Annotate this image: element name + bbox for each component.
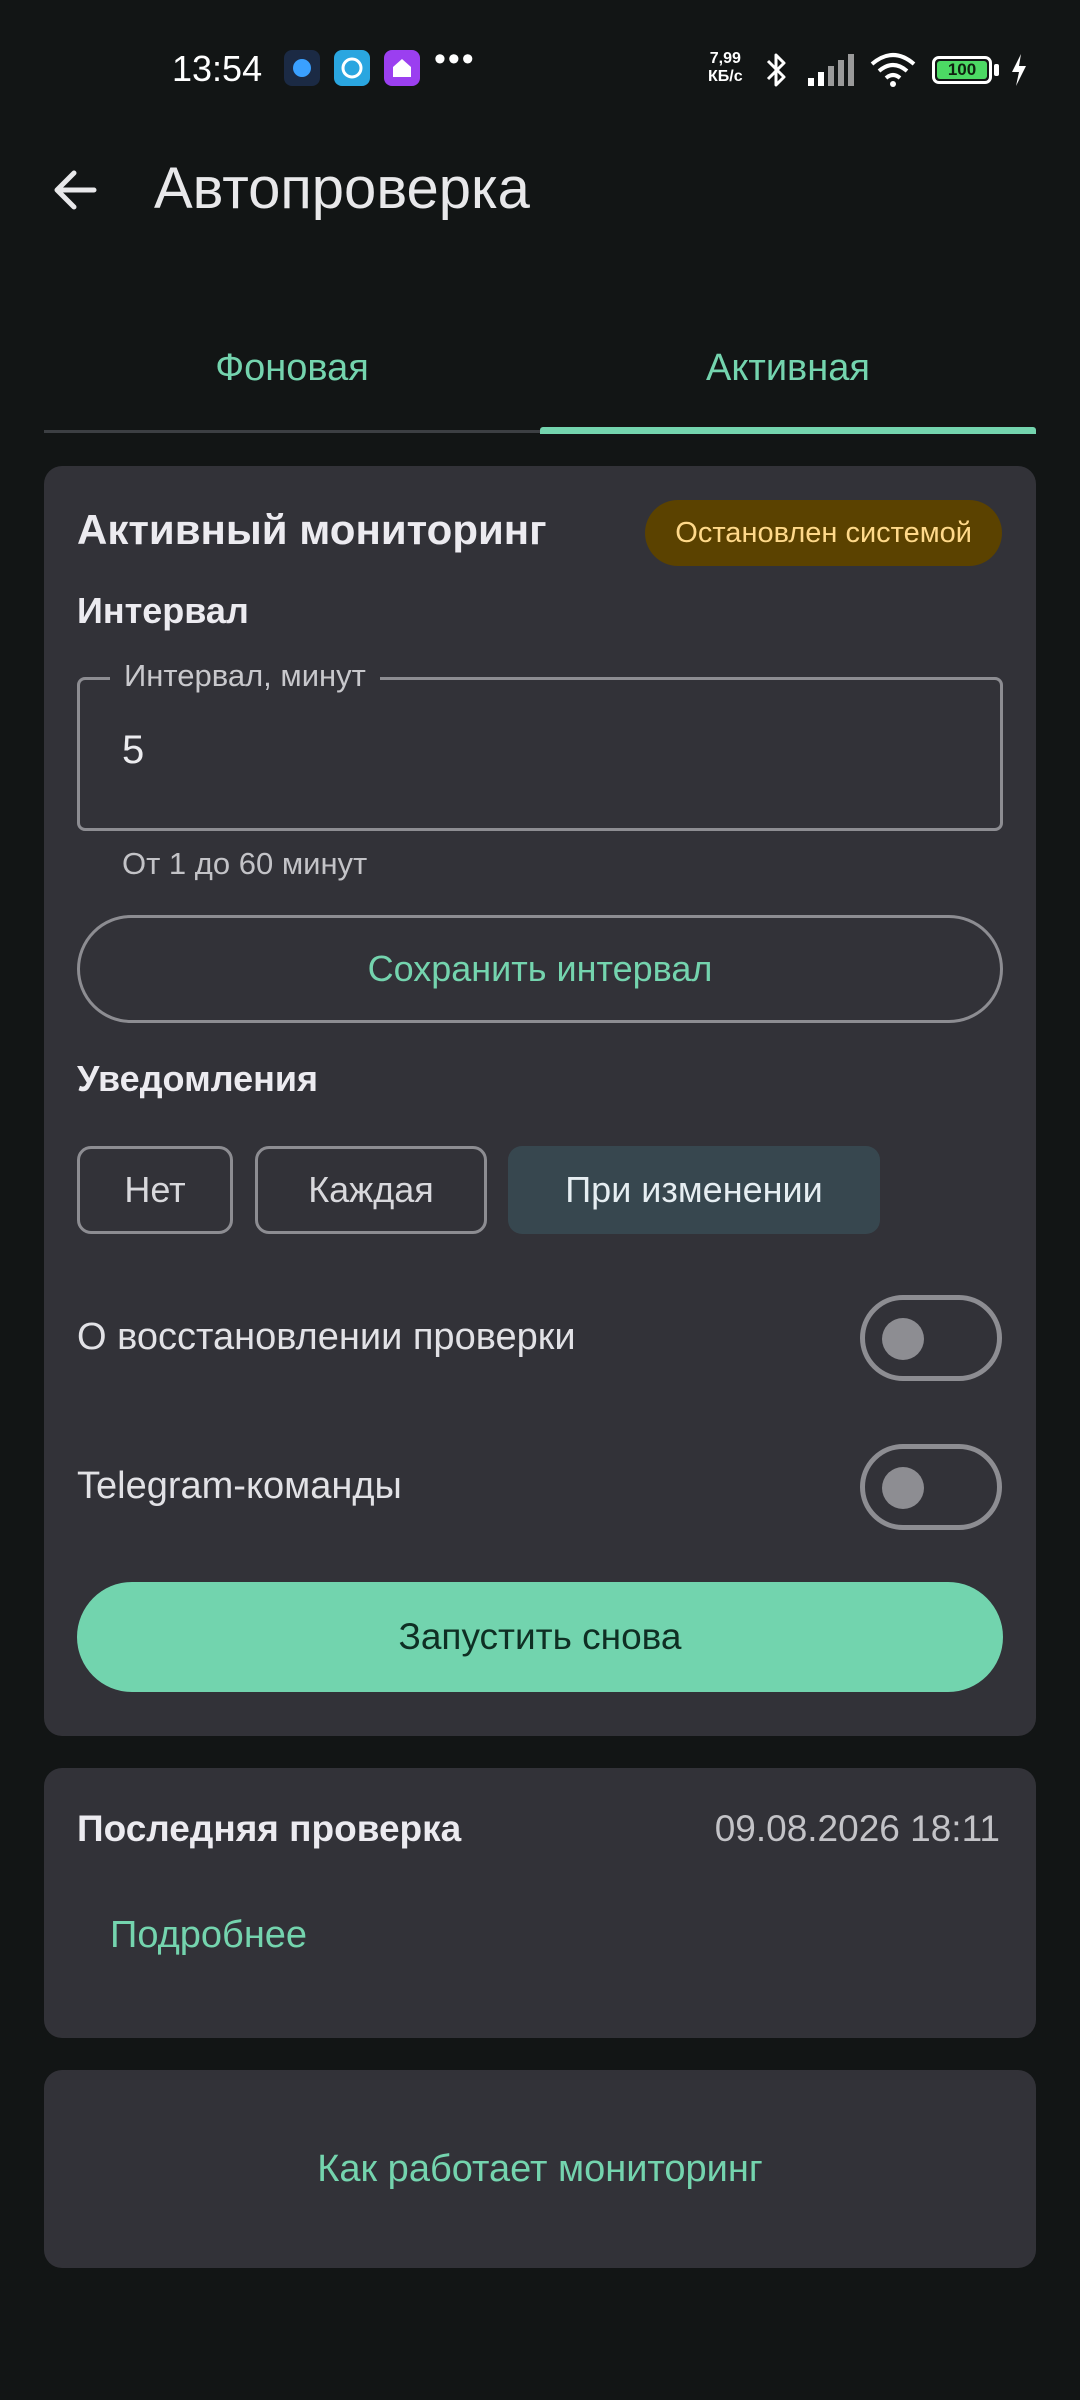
page-title: Автопроверка [154, 156, 530, 221]
wifi-icon [868, 50, 918, 95]
how-it-works-link[interactable]: Как работает мониторинг [44, 2070, 1036, 2268]
restore-check-switch[interactable] [860, 1295, 1002, 1381]
restore-check-label: О восстановлении проверки [77, 1316, 576, 1358]
app-icon-purple [384, 50, 420, 86]
last-check-title: Последняя проверка [77, 1808, 462, 1849]
status-badge: Остановлен системой [645, 500, 1002, 566]
network-speed-value: 7,99 [709, 50, 741, 67]
interval-field-value[interactable]: 5 [122, 728, 144, 773]
restart-button[interactable]: Запустить снова [77, 1582, 1003, 1692]
last-check-datetime: 09.08.2026 18:11 [714, 1808, 1000, 1849]
tab-bar: Фоновая Активная [44, 330, 1036, 434]
telegram-commands-switch[interactable] [860, 1444, 1002, 1530]
switch-knob [882, 1318, 924, 1360]
battery-icon: 100 [932, 56, 992, 84]
app-icon-blue [284, 50, 320, 86]
tab-selected-indicator [540, 427, 1036, 434]
app-icon-teal [334, 50, 370, 86]
network-speed-unit: КБ/с [708, 68, 743, 85]
interval-helper-text: От 1 до 60 минут [122, 846, 368, 881]
signal-icon [806, 50, 858, 95]
interval-field[interactable]: Интервал, минут 5 [77, 658, 1003, 831]
save-interval-button[interactable]: Сохранить интервал [77, 915, 1003, 1023]
tab-active[interactable]: Активная [540, 330, 1036, 434]
arrow-left-icon [54, 170, 97, 210]
status-time: 13:54 [172, 48, 263, 89]
last-check-card: Последняя проверка 09.08.2026 18:11 Подр… [44, 1768, 1036, 2038]
more-notifications-icon: ••• [434, 40, 476, 78]
how-it-works-card[interactable]: Как работает мониторинг [44, 2070, 1036, 2268]
chip-on-change[interactable]: При изменении [508, 1146, 880, 1234]
card-title: Активный мониторинг [77, 506, 547, 553]
interval-field-label: Интервал, минут [110, 658, 380, 694]
chip-each[interactable]: Каждая [255, 1146, 487, 1234]
battery-nub [994, 64, 999, 76]
network-speed: 7,99 КБ/с [708, 50, 743, 86]
interval-section-label: Интервал [77, 590, 249, 631]
chip-none[interactable]: Нет [77, 1146, 233, 1234]
switch-knob [882, 1467, 924, 1509]
status-bar: 13:54 ••• 7,99 КБ/с 100 [0, 0, 1080, 140]
battery-level: 100 [937, 61, 987, 79]
telegram-commands-label: Telegram-команды [77, 1465, 402, 1507]
bluetooth-icon [762, 50, 792, 95]
active-monitoring-card: Активный мониторинг Остановлен системой … [44, 466, 1036, 1736]
tab-background[interactable]: Фоновая [44, 330, 540, 434]
back-button[interactable] [46, 160, 106, 220]
charging-icon [1008, 50, 1030, 95]
notifications-section-label: Уведомления [77, 1058, 318, 1099]
details-link[interactable]: Подробнее [110, 1914, 307, 1957]
